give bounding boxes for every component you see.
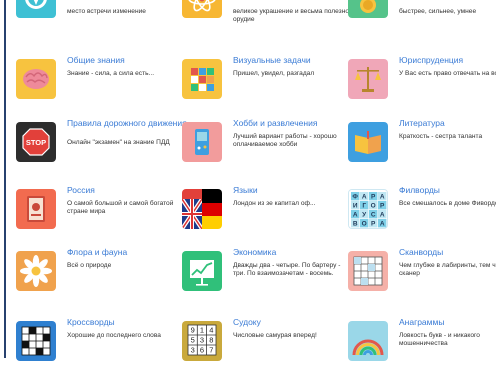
open-book-icon (348, 122, 388, 162)
category-desc: Лондон из зе капитал оф... (233, 200, 316, 207)
sudoku-icon: 914538367 (182, 321, 222, 361)
category-title[interactable]: Хобби и развлечения (233, 118, 353, 129)
category-desc: Лучший вариант работы - хорошо оплачивае… (233, 133, 337, 148)
category-desc: Все смешалось в доме Фивордских (399, 200, 496, 207)
category-card[interactable]: Кроссворды Хорошие до последнего слова (16, 317, 174, 377)
stop-sign-icon: STOP (16, 122, 56, 162)
letter-cell-text: С (371, 212, 376, 219)
category-desc: Знание - сила, а сила есть... (67, 70, 155, 77)
category-desc: Хорошие до последнего слова (67, 332, 161, 339)
letter-cell-text: А (380, 212, 385, 219)
category-title[interactable]: Визуальные задачи (233, 55, 353, 66)
category-title[interactable]: Языки (233, 185, 353, 196)
russia-book-icon (16, 189, 56, 229)
category-title[interactable]: Кроссворды (67, 317, 187, 328)
category-desc: великое украшение и весьма полезное оруд… (233, 8, 353, 23)
category-title[interactable]: Общие знания (67, 55, 187, 66)
category-card[interactable]: Экономика Дважды два - четыре. По бартер… (182, 247, 340, 307)
category-title[interactable]: Литература (399, 118, 496, 129)
letter-cell-text: А (353, 212, 358, 219)
category-card[interactable]: Юриспруденция У Вас есть право отвечать … (348, 55, 496, 115)
letter-cell-text: В (353, 221, 358, 228)
letter-cell-text: Р (371, 194, 376, 201)
sudoku-digit: 3 (191, 346, 195, 355)
letter-cell-text: Р (371, 221, 376, 228)
category-card[interactable]: Языки Лондон из зе капитал оф... (182, 185, 340, 245)
category-card[interactable]: STOP Правила дорожного движения Онлайн "… (16, 118, 187, 178)
category-desc: Онлайн "экзамен" на знание ПДД (67, 139, 170, 146)
category-desc: Всё о природе (67, 262, 112, 269)
brain-icon (16, 59, 56, 99)
category-card[interactable]: ФАРАИГОРАУСАВОРА Филворды Все смешалось … (348, 185, 496, 245)
category-title[interactable]: Юриспруденция (399, 55, 496, 66)
letter-cell-text: О (362, 221, 367, 228)
category-desc: Числовые самурая вперед! (233, 332, 317, 339)
category-card[interactable]: Сканворды Чем глубже в лабиринты, тем чи… (348, 247, 496, 307)
daisy-icon (16, 251, 56, 291)
flags-icon (182, 189, 222, 229)
category-card[interactable]: 914538367 Судоку Числовые самурая вперед… (182, 317, 340, 377)
sudoku-digit: 5 (191, 336, 195, 345)
sudoku-digit: 6 (200, 346, 204, 355)
sudoku-digit: 1 (200, 326, 204, 335)
category-card[interactable]: Визуальные задачи Пришел, увидел, разгад… (182, 55, 340, 115)
category-title[interactable]: Судоку (233, 317, 353, 328)
category-title[interactable]: Филворды (399, 185, 496, 196)
category-title[interactable]: Россия (67, 185, 187, 196)
sudoku-digit: 3 (200, 336, 204, 345)
letter-cell-text: А (380, 194, 385, 201)
letter-cell-text: Ф (352, 194, 358, 201)
category-desc: О самой большой и самой богатой стране м… (67, 200, 174, 215)
category-desc: Краткость - сестра таланта (399, 133, 483, 140)
medal-icon (348, 0, 388, 18)
sudoku-digit: 9 (191, 326, 195, 335)
category-card[interactable]: быстрее, сильнее, умнее (348, 0, 496, 34)
rainbow-icon (348, 321, 388, 361)
category-card[interactable]: Общие знания Знание - сила, а сила есть.… (16, 55, 174, 115)
sudoku-digit: 8 (209, 336, 213, 345)
sudoku-digit: 7 (209, 346, 213, 355)
crossword-icon (16, 321, 56, 361)
letter-cell-text: И (353, 203, 358, 210)
category-desc: быстрее, сильнее, умнее (399, 8, 477, 15)
letter-cell-text: А (380, 221, 385, 228)
category-title[interactable]: Флора и фауна (67, 247, 187, 258)
category-desc: Дважды два - четыре. По бартеру - три. П… (233, 262, 341, 277)
category-title[interactable]: Сканворды (399, 247, 496, 258)
letter-grid-icon: ФАРАИГОРАУСАВОРА (348, 189, 388, 229)
category-card[interactable]: место встречи изменение (16, 0, 174, 34)
scales-icon (348, 59, 388, 99)
svg-text:STOP: STOP (26, 138, 46, 147)
category-card[interactable]: Хобби и развлечения Лучший вариант работ… (182, 118, 340, 178)
letter-cell-text: О (371, 203, 376, 210)
sudoku-digit: 4 (209, 326, 213, 335)
category-title[interactable]: Анаграммы (399, 317, 496, 328)
category-desc: У Вас есть право отвечать на вопросы (399, 70, 496, 77)
category-desc: Чем глубже в лабиринты, тем чище сканер (399, 262, 496, 277)
category-desc: Ловкость букв - и никакого мошенничества (399, 332, 480, 347)
category-desc: Пришел, увидел, разгадал (233, 70, 315, 77)
category-card[interactable]: Анаграммы Ловкость букв - и никакого мош… (348, 317, 496, 377)
left-border (4, 0, 6, 358)
category-desc: место встречи изменение (67, 8, 146, 15)
letter-cell-text: Р (380, 203, 385, 210)
category-title[interactable]: Экономика (233, 247, 353, 258)
gamepad-icon (182, 122, 222, 162)
letter-cell-text: А (362, 194, 367, 201)
letter-cell-text: Г (362, 203, 366, 210)
category-card[interactable]: Россия О самой большой и самой богатой с… (16, 185, 174, 245)
category-title[interactable]: Правила дорожного движения (67, 118, 187, 129)
rubiks-cube-icon (182, 59, 222, 99)
compass-icon (16, 0, 56, 18)
category-card[interactable]: Флора и фауна Всё о природе (16, 247, 174, 307)
category-card[interactable]: великое украшение и весьма полезное оруд… (182, 0, 353, 34)
growth-chart-icon (182, 251, 222, 291)
atom-icon (182, 0, 222, 18)
scanword-grid-icon (348, 251, 388, 291)
category-card[interactable]: Литература Краткость - сестра таланта (348, 118, 496, 178)
